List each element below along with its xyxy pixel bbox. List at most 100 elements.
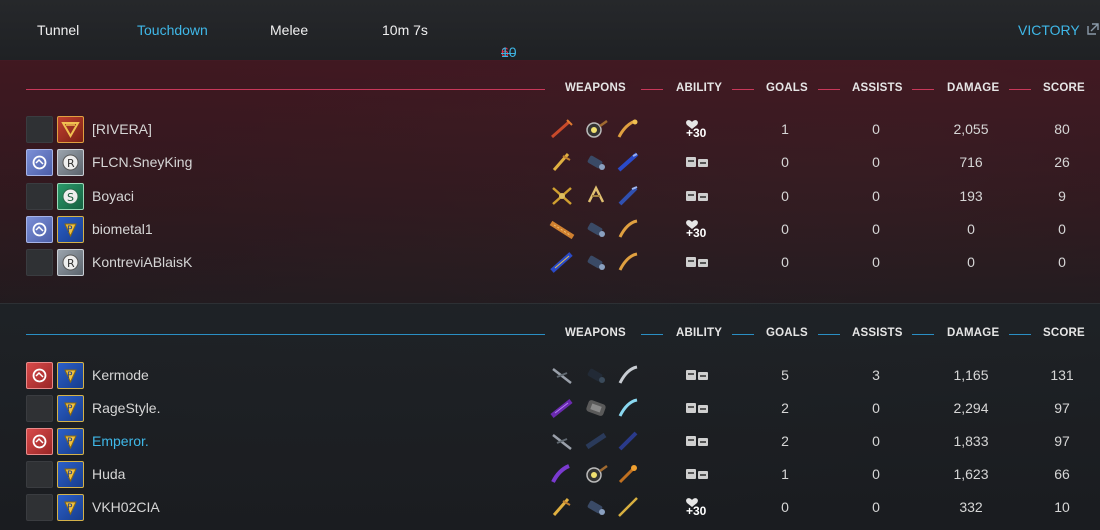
goals-value: 0 (781, 254, 789, 270)
player-row[interactable]: P biometal1 +30 0 0 0 0 (0, 213, 1100, 246)
empty-badge-slot (26, 183, 53, 210)
platform-badge-icon (26, 149, 53, 176)
score-value: 131 (1050, 367, 1074, 383)
player-row[interactable]: P VKH02CIA +30 0 0 332 10 (0, 491, 1100, 524)
goals-value: 2 (781, 433, 789, 449)
weapon-icon (618, 431, 638, 451)
assists-value: 0 (872, 499, 880, 515)
player-name[interactable]: Kermode (92, 367, 149, 383)
player-name[interactable]: RageStyle. (92, 400, 160, 416)
rank-badge-icon: P (57, 461, 84, 488)
weapon-icon (552, 498, 571, 516)
player-row[interactable]: R KontreviABlaisK 0 0 0 0 (0, 246, 1100, 279)
svg-text:R: R (67, 157, 75, 170)
player-row[interactable]: S Boyaci 0 0 193 9 (0, 180, 1100, 213)
svg-text:P: P (67, 371, 73, 381)
weapon-icon (618, 219, 638, 238)
ability-value: +30 (686, 126, 707, 140)
col-damage: DAMAGE (947, 82, 1000, 94)
assists-value: 0 (872, 433, 880, 449)
weapon-icon (552, 187, 572, 205)
score-value: 10 (1054, 499, 1070, 515)
svg-text:S: S (67, 191, 74, 204)
goals-value: 5 (781, 367, 789, 383)
rank-badge-icon: S (57, 183, 84, 210)
assists-value: 0 (872, 188, 880, 204)
player-name[interactable]: KontreviABlaisK (92, 254, 192, 270)
score-value: 97 (1054, 433, 1070, 449)
red-team-column-header: WEAPONS ABILITY GOALS ASSISTS DAMAGE SCO… (0, 80, 1100, 100)
player-row[interactable]: P RageStyle. 2 0 2,294 97 (0, 392, 1100, 425)
player-name[interactable]: Huda (92, 466, 125, 482)
player-row[interactable]: [RIVERA] +30 1 0 2,055 80 (0, 113, 1100, 146)
weapon-icon (618, 365, 638, 384)
weapon-icon (587, 255, 605, 270)
damage-value: 1,623 (953, 466, 989, 482)
player-row[interactable]: P Emperor. 2 0 1,833 97 (0, 425, 1100, 458)
damage-value: 193 (959, 188, 983, 204)
player-row[interactable]: P Huda 1 0 1,623 66 (0, 458, 1100, 491)
svg-text:P: P (67, 503, 73, 513)
rank-badge-icon: P (57, 395, 84, 422)
goals-value: 1 (781, 121, 789, 137)
assists-value: 0 (872, 121, 880, 137)
player-row[interactable]: P Kermode 5 3 1,165 131 (0, 359, 1100, 392)
heal-icon: +30 (684, 118, 710, 140)
damage-value: 1,833 (953, 433, 989, 449)
assists-value: 0 (872, 400, 880, 416)
weapon-icon (586, 400, 606, 416)
weapon-icon (618, 497, 638, 517)
jetpack-icon (684, 430, 710, 452)
svg-text:P: P (67, 437, 73, 447)
damage-value: 2,055 (953, 121, 989, 137)
col-ability: ABILITY (676, 82, 723, 94)
heal-icon: +30 (684, 496, 710, 518)
weapon-icon (550, 399, 573, 418)
blue-team-column-header: WEAPONS ABILITY GOALS ASSISTS DAMAGE SCO… (0, 325, 1100, 345)
player-row[interactable]: R FLCN.SneyKing 0 0 716 26 (0, 146, 1100, 179)
col-weapons: WEAPONS (565, 327, 626, 339)
goals-value: 2 (781, 400, 789, 416)
weapon-icon (587, 155, 605, 170)
player-name[interactable]: biometal1 (92, 221, 153, 237)
rank-badge-icon: P (57, 428, 84, 455)
player-name-self[interactable]: Emperor. (92, 433, 149, 449)
export-icon[interactable] (1086, 22, 1100, 36)
weapon-icon (617, 152, 639, 172)
damage-value: 0 (967, 221, 975, 237)
weapon-icon (552, 153, 571, 171)
game-mode: Touchdown (137, 22, 208, 38)
frying-pan-icon (586, 119, 608, 138)
damage-value: 716 (959, 154, 983, 170)
svg-text:P: P (67, 404, 73, 414)
player-name[interactable]: Boyaci (92, 188, 134, 204)
weapon-icon (618, 398, 638, 417)
ability-value: +30 (686, 226, 707, 240)
score-blue: 10 (501, 44, 517, 60)
rank-badge-icon (57, 116, 84, 143)
player-name[interactable]: [RIVERA] (92, 121, 152, 137)
assists-value: 3 (872, 367, 880, 383)
damage-value: 1,165 (953, 367, 989, 383)
empty-badge-slot (26, 395, 53, 422)
player-name[interactable]: FLCN.SneyKing (92, 154, 192, 170)
assists-value: 0 (872, 221, 880, 237)
match-header: Tunnel Touchdown Melee 10m 7s 6 — 10 VIC… (0, 0, 1100, 61)
jetpack-icon (684, 185, 710, 207)
player-name[interactable]: VKH02CIA (92, 499, 160, 515)
match-duration: 10m 7s (382, 22, 428, 38)
weapon-icon (587, 185, 605, 203)
weapon-icon (552, 368, 572, 384)
svg-text:P: P (67, 470, 73, 480)
jetpack-icon (684, 364, 710, 386)
score-value: 80 (1054, 121, 1070, 137)
col-ability: ABILITY (676, 327, 723, 339)
damage-value: 332 (959, 499, 983, 515)
weapon-icon (585, 432, 607, 450)
rank-badge-icon: R (57, 149, 84, 176)
goals-value: 0 (781, 154, 789, 170)
col-goals: GOALS (766, 82, 808, 94)
col-assists: ASSISTS (852, 82, 903, 94)
weapon-icon (551, 464, 570, 483)
goals-value: 0 (781, 499, 789, 515)
